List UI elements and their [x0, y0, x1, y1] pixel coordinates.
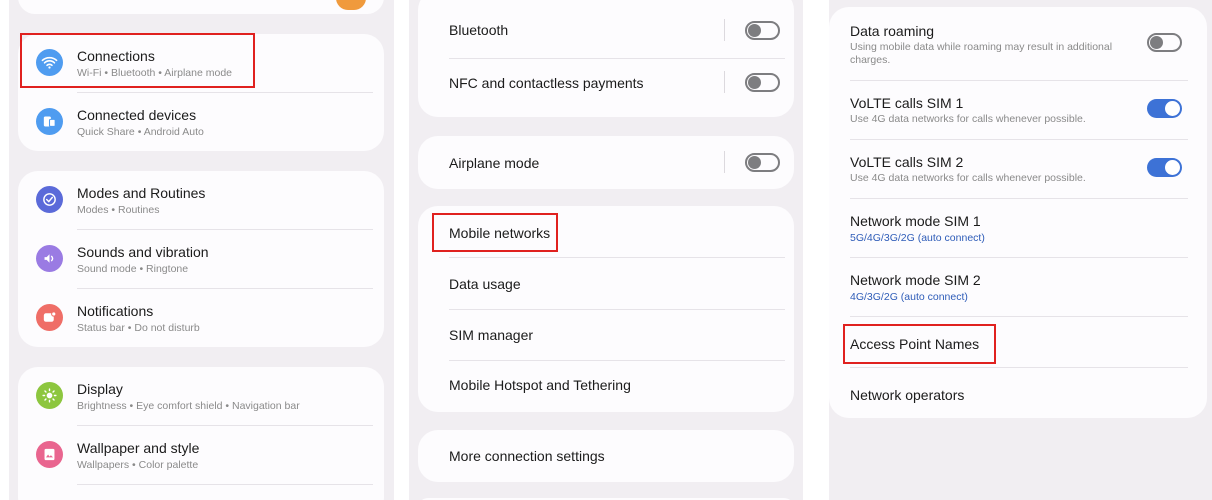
highlight-mobile-networks [432, 213, 558, 252]
separator [724, 71, 725, 93]
network-operators-row[interactable]: Network operators [829, 368, 1207, 418]
settings-item-wallpaper[interactable]: Wallpaper and style Wallpapers • Color p… [18, 426, 394, 484]
volume-icon [36, 245, 63, 272]
item-title: Wallpaper and style [77, 440, 200, 456]
item-subtitle: Status bar • Do not disturb [77, 322, 200, 334]
sim-manager-row[interactable]: SIM manager [418, 310, 794, 361]
row-value: 5G/4G/3G/2G (auto connect) [850, 232, 985, 244]
airplane-toggle[interactable] [745, 153, 780, 172]
row-title: Data roaming [850, 23, 935, 39]
network-mode-sim1-row[interactable]: Network mode SIM 1 5G/4G/3G/2G (auto con… [829, 199, 1207, 257]
network-mode-sim2-row[interactable]: Network mode SIM 2 4G/3G/2G (auto connec… [829, 258, 1207, 316]
nfc-row[interactable]: NFC and contactless payments [418, 59, 794, 117]
volte-sim1-toggle[interactable] [1147, 99, 1182, 118]
display-card: Display Brightness • Eye comfort shield … [18, 367, 384, 500]
row-subtitle: Use 4G data networks for calls whenever … [850, 113, 1086, 125]
data-roaming-toggle[interactable] [1147, 33, 1182, 52]
row-title: SIM manager [449, 327, 534, 343]
volte-sim1-row[interactable]: VoLTE calls SIM 1 Use 4G data networks f… [829, 81, 1207, 139]
data-roaming-row[interactable]: Data roaming Using mobile data while roa… [829, 7, 1207, 80]
more-connection-settings-row[interactable]: More connection settings [418, 430, 794, 482]
airplane-card: Airplane mode [418, 136, 794, 189]
row-title: Network mode SIM 1 [850, 213, 981, 229]
item-subtitle: Modes • Routines [77, 204, 160, 216]
row-title: Mobile Hotspot and Tethering [449, 377, 631, 393]
volte-sim2-row[interactable]: VoLTE calls SIM 2 Use 4G data networks f… [829, 140, 1207, 198]
item-title: Sounds and vibration [77, 244, 209, 260]
modes-card: Modes and Routines Modes • Routines Soun… [18, 171, 384, 347]
settings-item-connected-devices[interactable]: Connected devices Quick Share • Android … [18, 93, 394, 151]
bluetooth-row[interactable]: Bluetooth [418, 0, 794, 58]
wallpaper-icon [36, 441, 63, 468]
item-subtitle: Quick Share • Android Auto [77, 126, 204, 138]
data-usage-row[interactable]: Data usage [418, 258, 794, 309]
row-title: More connection settings [449, 448, 605, 464]
notification-icon [36, 304, 63, 331]
row-subtitle: Using mobile data while roaming may resu… [850, 41, 1113, 53]
item-title: Modes and Routines [77, 185, 206, 201]
bluetooth-toggle[interactable] [745, 21, 780, 40]
row-title: Network operators [850, 387, 965, 403]
row-value: 4G/3G/2G (auto connect) [850, 291, 968, 303]
row-subtitle: Use 4G data networks for calls whenever … [850, 172, 1086, 184]
separator [724, 151, 725, 173]
row-title: Network mode SIM 2 [850, 272, 981, 288]
row-title: Bluetooth [449, 22, 509, 38]
profile-avatar-partial [336, 0, 366, 10]
devices-icon [36, 108, 63, 135]
row-title: Airplane mode [449, 155, 540, 171]
bluetooth-nfc-card: Bluetooth NFC and contactless payments [418, 0, 794, 117]
settings-item-notifications[interactable]: Notifications Status bar • Do not distur… [18, 289, 394, 347]
row-title: NFC and contactless payments [449, 75, 644, 91]
settings-item-display[interactable]: Display Brightness • Eye comfort shield … [18, 367, 394, 425]
sun-icon [36, 382, 63, 409]
row-title: Data usage [449, 276, 521, 292]
item-subtitle: Sound mode • Ringtone [77, 263, 189, 275]
volte-sim2-toggle[interactable] [1147, 158, 1182, 177]
item-title: Notifications [77, 303, 154, 319]
settings-item-modes-routines[interactable]: Modes and Routines Modes • Routines [18, 171, 394, 229]
separator [724, 19, 725, 41]
nfc-toggle[interactable] [745, 73, 780, 92]
item-title: Connected devices [77, 107, 197, 123]
row-subtitle: charges. [850, 54, 891, 66]
airplane-mode-row[interactable]: Airplane mode [418, 136, 794, 189]
item-title: Display [77, 381, 123, 397]
row-title: VoLTE calls SIM 1 [850, 95, 964, 111]
mobile-networks-panel: Data roaming Using mobile data while roa… [829, 0, 1212, 500]
highlight-connections [20, 33, 255, 88]
more-settings-card: More connection settings [418, 430, 794, 482]
item-subtitle: Brightness • Eye comfort shield • Naviga… [77, 400, 300, 412]
divider [77, 484, 373, 485]
check-circle-icon [36, 186, 63, 213]
item-subtitle: Wallpapers • Color palette [77, 459, 199, 471]
highlight-access-point-names [843, 324, 996, 364]
hotspot-row[interactable]: Mobile Hotspot and Tethering [418, 361, 794, 412]
settings-item-sounds[interactable]: Sounds and vibration Sound mode • Ringto… [18, 230, 394, 288]
top-card-partial [18, 0, 384, 14]
row-title: VoLTE calls SIM 2 [850, 154, 964, 170]
